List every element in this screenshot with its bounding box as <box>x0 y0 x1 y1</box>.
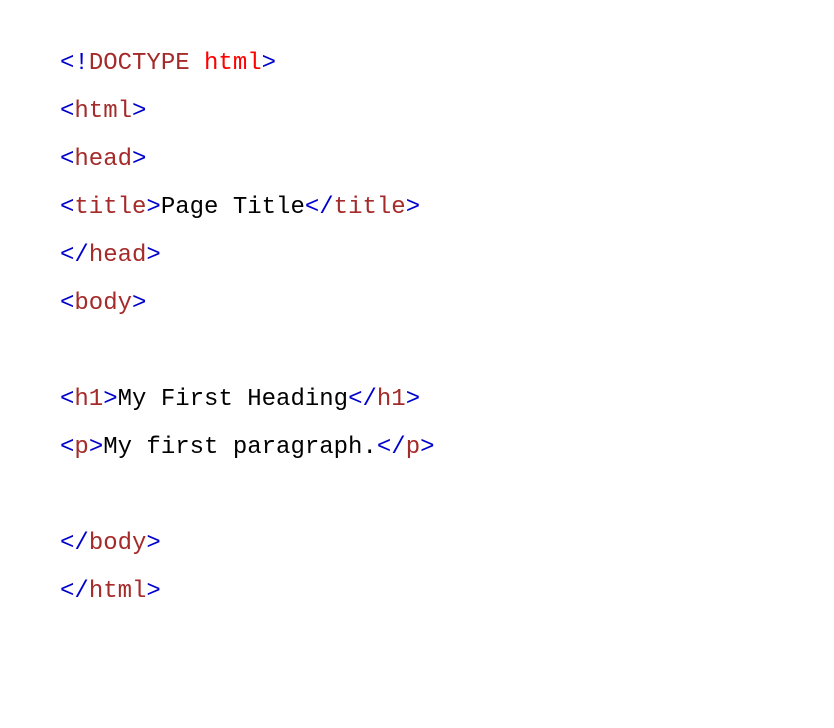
code-line <box>60 472 774 520</box>
code-line: <head> <box>60 136 774 184</box>
code-token: body <box>74 290 132 317</box>
code-token: p <box>406 434 420 461</box>
code-token: > <box>132 98 146 125</box>
code-token: body <box>89 530 147 557</box>
code-token: html <box>89 578 147 605</box>
code-token: p <box>74 434 88 461</box>
code-token: </ <box>377 434 406 461</box>
code-token: > <box>146 194 160 221</box>
code-token: < <box>60 146 74 173</box>
code-token: </ <box>60 530 89 557</box>
code-token: head <box>89 242 147 269</box>
code-token: > <box>132 146 146 173</box>
code-line: <p>My first paragraph.</p> <box>60 424 774 472</box>
code-token: h1 <box>74 386 103 413</box>
html-code-example: <!DOCTYPE html><html><head><title>Page T… <box>0 0 834 656</box>
code-token: <! <box>60 50 89 77</box>
code-token: title <box>74 194 146 221</box>
code-token: < <box>60 194 74 221</box>
code-token: html <box>74 98 132 125</box>
code-token: title <box>334 194 406 221</box>
code-token: > <box>146 578 160 605</box>
code-token: My first paragraph. <box>103 434 377 461</box>
code-token: < <box>60 290 74 317</box>
code-token: </ <box>60 578 89 605</box>
code-token: > <box>406 386 420 413</box>
code-line: </head> <box>60 232 774 280</box>
code-token: </ <box>60 242 89 269</box>
code-token: > <box>103 386 117 413</box>
code-token: > <box>406 194 420 221</box>
code-line: <h1>My First Heading</h1> <box>60 376 774 424</box>
code-token: > <box>420 434 434 461</box>
code-token: > <box>262 50 276 77</box>
code-token: < <box>60 434 74 461</box>
code-token: My First Heading <box>118 386 348 413</box>
code-token: h1 <box>377 386 406 413</box>
code-token: < <box>60 386 74 413</box>
code-token: </ <box>305 194 334 221</box>
code-token: head <box>74 146 132 173</box>
code-line <box>60 328 774 376</box>
code-line: </html> <box>60 568 774 616</box>
code-token: < <box>60 98 74 125</box>
code-line: </body> <box>60 520 774 568</box>
code-token: > <box>89 434 103 461</box>
code-token: html <box>204 50 262 77</box>
code-line: <html> <box>60 88 774 136</box>
code-token: > <box>146 530 160 557</box>
code-token: </ <box>348 386 377 413</box>
code-line: <title>Page Title</title> <box>60 184 774 232</box>
code-token: Page Title <box>161 194 305 221</box>
code-token: > <box>146 242 160 269</box>
code-line: <body> <box>60 280 774 328</box>
code-line: <!DOCTYPE html> <box>60 40 774 88</box>
code-token: > <box>132 290 146 317</box>
code-token: DOCTYPE <box>89 50 204 77</box>
